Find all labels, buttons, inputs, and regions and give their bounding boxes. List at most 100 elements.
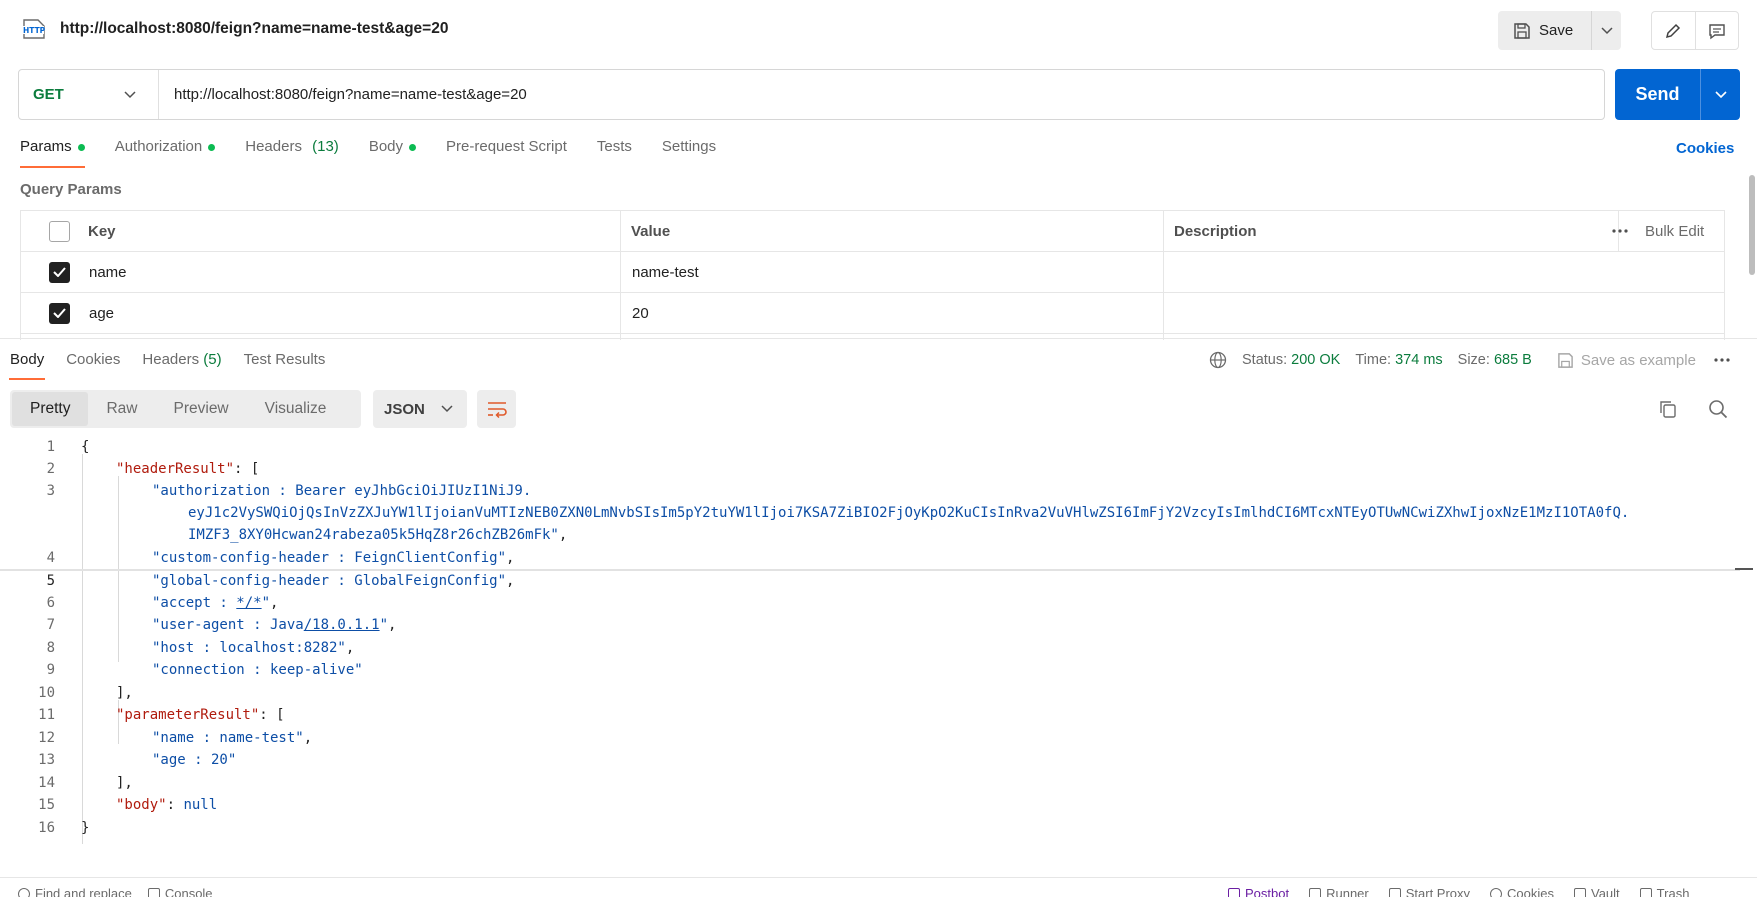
params-table: Key Value Description Bulk Edit name nam…: [20, 210, 1725, 340]
tab-test-results[interactable]: Test Results: [244, 351, 326, 368]
postbot-icon: [1228, 887, 1240, 897]
response-tabs: Body Cookies Headers (5) Test Results: [8, 351, 326, 380]
line-number: 14: [38, 775, 55, 791]
tab-label: Pre-request Script: [446, 138, 567, 155]
tab-count: (13): [312, 138, 339, 155]
size-value[interactable]: 685 B: [1494, 352, 1532, 368]
url-input[interactable]: http://localhost:8080/feign?name=name-te…: [159, 86, 527, 103]
tab-body[interactable]: Body: [368, 138, 417, 170]
time-value[interactable]: 374 ms: [1395, 352, 1443, 368]
param-value[interactable]: name-test: [632, 252, 699, 292]
search-icon[interactable]: [1708, 399, 1728, 419]
scrollbar-thumb[interactable]: [1749, 175, 1755, 275]
statusbar-label: Trash: [1656, 886, 1690, 897]
statusbar-label: Vault: [1591, 886, 1620, 897]
find-replace-button[interactable]: Find and replace: [18, 886, 132, 897]
side-actions: [1651, 11, 1739, 50]
tab-label: Body: [368, 138, 404, 155]
tab-count: (5): [203, 351, 222, 368]
code-line: "global-config-header : GlobalFeignConfi…: [152, 573, 515, 589]
cookies-link[interactable]: Cookies: [1676, 140, 1734, 157]
line-number: 3: [46, 483, 55, 499]
request-tabs: Params Authorization Headers (13) Body P…: [20, 138, 716, 170]
proxy-icon: [1388, 887, 1401, 897]
tab-pre-request-script[interactable]: Pre-request Script: [446, 138, 567, 170]
console-icon: [147, 887, 160, 897]
tab-label: Tests: [596, 138, 632, 155]
tab-response-headers[interactable]: Headers (5): [142, 351, 221, 368]
save-label: Save: [1539, 22, 1574, 39]
row-checkbox[interactable]: [49, 302, 70, 324]
status-value[interactable]: 200 OK: [1291, 352, 1340, 368]
tab-tests[interactable]: Tests: [597, 138, 632, 170]
wrap-lines-button[interactable]: [477, 390, 516, 428]
tab-label: Headers: [142, 351, 200, 368]
param-key[interactable]: name: [89, 252, 127, 292]
view-raw[interactable]: Raw: [88, 392, 155, 426]
line-number: 6: [46, 595, 55, 611]
line-number: 10: [38, 685, 55, 701]
view-pretty[interactable]: Pretty: [12, 392, 89, 426]
tab-params[interactable]: Params: [20, 138, 85, 170]
view-visualize[interactable]: Visualize: [247, 392, 345, 426]
view-preview[interactable]: Preview: [156, 392, 247, 426]
cookies-button[interactable]: Cookies: [1490, 886, 1554, 897]
query-params-title: Query Params: [20, 181, 122, 198]
select-all-checkbox[interactable]: [49, 220, 70, 242]
code-line: "host : localhost:8282",: [152, 640, 355, 656]
method-select[interactable]: GET: [19, 70, 159, 119]
line-number: 2: [46, 461, 55, 477]
line-number: 9: [46, 662, 55, 678]
copy-icon[interactable]: [1658, 399, 1678, 419]
save-options-button[interactable]: [1592, 26, 1621, 35]
trash-icon: [1639, 887, 1652, 897]
code-line: ],: [116, 775, 133, 791]
status-label: Status:: [1242, 352, 1288, 368]
tab-headers[interactable]: Headers (13): [245, 138, 339, 170]
console-button[interactable]: Console: [147, 886, 213, 897]
status-dot: [409, 144, 417, 151]
runner-icon: [1309, 887, 1322, 897]
save-button-group: Save: [1498, 11, 1621, 50]
statusbar-label: Cookies: [1507, 886, 1554, 897]
vault-button[interactable]: Vault: [1574, 886, 1620, 897]
param-value[interactable]: 20: [632, 293, 649, 333]
vault-icon: [1574, 887, 1586, 897]
row-checkbox[interactable]: [49, 261, 70, 283]
more-options-icon[interactable]: [1714, 358, 1730, 362]
code-line: "name : name-test",: [152, 730, 313, 746]
more-options-icon[interactable]: [1612, 211, 1628, 251]
tab-settings[interactable]: Settings: [662, 138, 716, 170]
format-select[interactable]: JSON: [373, 390, 467, 428]
globe-icon[interactable]: [1209, 351, 1227, 369]
trash-button[interactable]: Trash: [1639, 886, 1690, 897]
request-title[interactable]: http://localhost:8080/feign?name=name-te…: [60, 20, 448, 38]
table-row: age 20: [21, 293, 1724, 334]
start-proxy-button[interactable]: Start Proxy: [1388, 886, 1470, 897]
chevron-down-icon: [1600, 26, 1613, 35]
status-dot: [208, 144, 216, 151]
code-line: "authorization : Bearer eyJhbGciOiJIUzI1…: [152, 483, 532, 499]
tab-response-body[interactable]: Body: [8, 351, 46, 380]
save-button[interactable]: Save: [1498, 11, 1592, 50]
tab-response-cookies[interactable]: Cookies: [66, 351, 120, 368]
size-label: Size:: [1457, 352, 1490, 368]
runner-button[interactable]: Runner: [1309, 886, 1369, 897]
send-options-button[interactable]: [1701, 69, 1740, 120]
code-line: "headerResult": [: [116, 461, 260, 477]
chevron-down-icon: [441, 405, 453, 413]
line-number: 8: [46, 640, 55, 656]
bulk-edit-button[interactable]: Bulk Edit: [1645, 211, 1704, 251]
param-key[interactable]: age: [89, 293, 114, 333]
save-as-example-button[interactable]: Save as example: [1557, 352, 1696, 369]
postbot-button[interactable]: Postbot: [1228, 886, 1289, 897]
code-line: "accept : */*",: [152, 595, 279, 611]
comments-button[interactable]: [1696, 12, 1739, 49]
edit-button[interactable]: [1652, 12, 1696, 49]
tab-authorization[interactable]: Authorization: [115, 138, 216, 170]
pane-divider[interactable]: [0, 338, 1757, 339]
save-icon: [1557, 352, 1574, 369]
line-number: 1: [46, 439, 55, 455]
send-button[interactable]: Send: [1615, 69, 1701, 120]
statusbar-label: Postbot: [1245, 886, 1290, 897]
